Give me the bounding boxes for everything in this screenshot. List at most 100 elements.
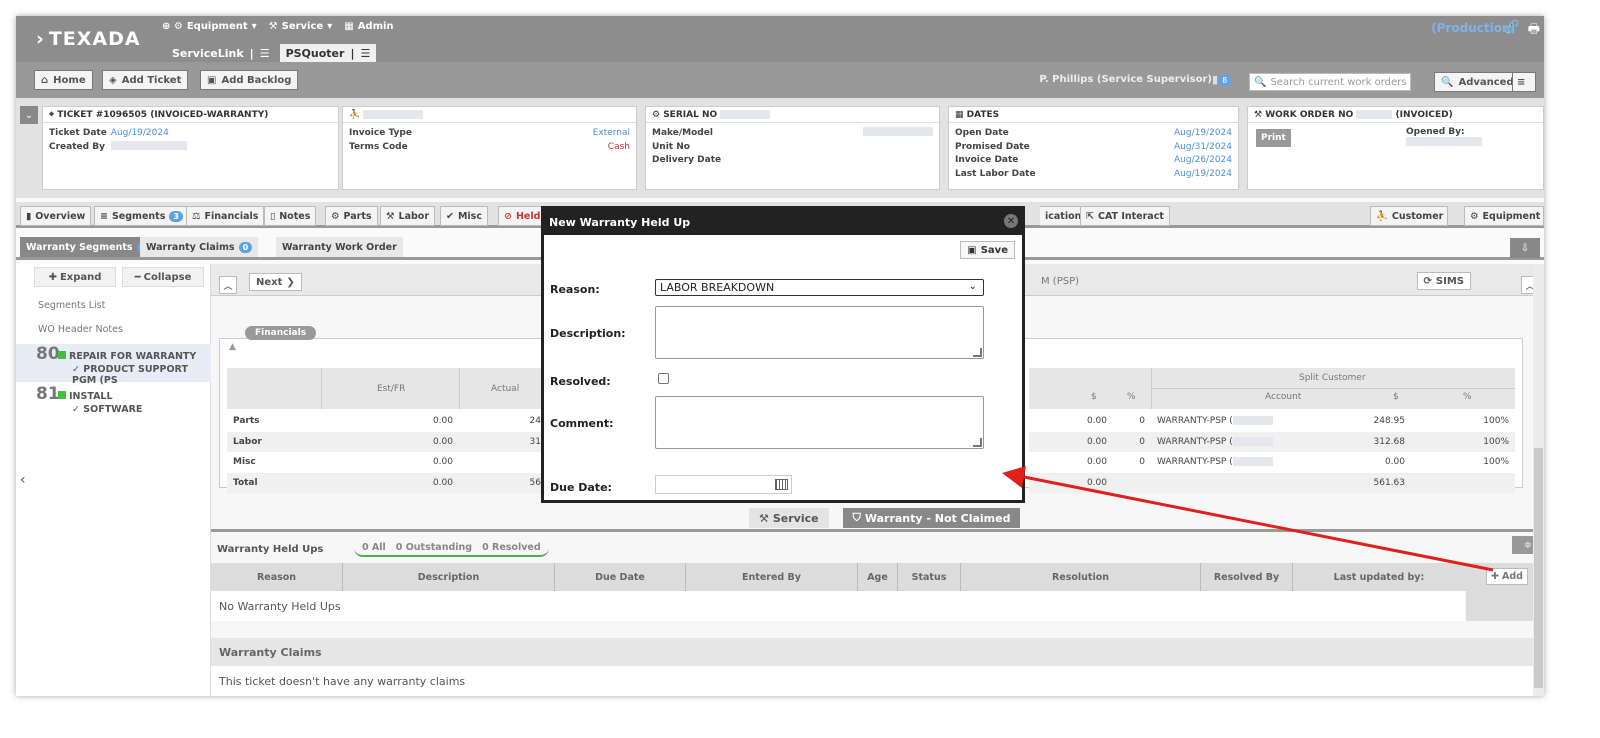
segment-item[interactable]: 81 INSTALL ✓ SOFTWARE [16,384,211,418]
print-icon[interactable]: 🖶 [1528,20,1540,42]
save-icon: ▣ [207,74,217,86]
nav-equipment[interactable]: ⊕ ⚙ Equipment ▾ [162,21,257,32]
collapse-arrow-icon[interactable]: ▲ [229,342,236,352]
menu-icon[interactable]: ☰ [360,47,370,60]
vertical-scrollbar[interactable] [1533,264,1544,696]
action-column [1466,591,1534,621]
add-ticket-button[interactable]: ◈ Add Ticket [102,70,189,90]
ticket-icon: ⌖ [49,110,58,120]
search-icon: 🔍 [1441,76,1454,88]
overview-icon: ▮ [26,210,32,222]
empty-claims-message: This ticket doesn't have any warranty cl… [211,666,1533,696]
resolved-checkbox[interactable] [658,373,669,384]
person-icon: ⛹ [349,110,364,120]
program-label: M (PSP) [1041,276,1080,287]
financials-table-left: Parts0.00248.95 Labor0.00312.68 Misc0.00… [227,411,567,493]
texada-logo[interactable]: › TEXADA [36,28,141,50]
status-indicator [58,351,66,359]
description-field[interactable] [655,306,984,359]
list-icon: ≡ [100,210,108,222]
tab-overview[interactable]: ▮ Overview [20,206,92,226]
app-tabs: ServiceLink | ☰ PSQuoter | ☰ [166,44,377,62]
shield-icon: ⛉ [852,511,861,524]
collapse-header-icon[interactable]: ⌄ [20,106,38,124]
calendar-icon[interactable] [775,479,788,490]
tab-segments[interactable]: ≡ Segments 3 [94,206,189,226]
held-ups-table-header: Reason Description Due Date Entered By A… [211,563,1533,591]
current-user[interactable]: P. Phillips (Service Supervisor) [1039,74,1212,85]
collapse-button[interactable]: ━ Collapse [122,267,204,287]
plus-icon: ✚ [1491,571,1499,582]
comment-label: Comment: [550,417,614,430]
due-date-field[interactable] [655,475,792,494]
filter-resolved[interactable]: 0 Resolved [482,542,541,553]
held-ups-filter: 0 All 0 Outstanding 0 Resolved [354,539,549,557]
new-warranty-held-up-dialog: New Warranty Held Up ✕ ▣ Save Reason: LAB… [541,206,1025,503]
tab-financials[interactable]: ⚖ Financials [186,206,265,226]
tab-labor[interactable]: ⚒ Labor [380,206,436,226]
person-icon: ⛹ [1376,210,1388,222]
due-date-label: Due Date: [550,481,612,494]
check-icon: ✓ [72,364,84,375]
table-row: Total0.00561.63 [227,472,567,493]
reason-select[interactable]: LABOR BREAKDOWN ⌄ [655,279,984,296]
add-backlog-button[interactable]: ▣ Add Backlog [200,70,299,90]
link-icon[interactable]: 🔗 [1504,20,1520,42]
warranty-status-button[interactable]: ⛉ Warranty - Not Claimed [842,508,1021,528]
save-button[interactable]: ▣ Save [960,241,1015,259]
notifications-icon[interactable]: ▮ 8 [1212,73,1232,86]
download-icon[interactable]: ⇩ [1510,238,1540,258]
ticket-info-bar: ⌄ ⌖ TICKET #1096505 (INVOICED-WARRANTY) … [16,98,1544,198]
table-row: Misc0.000.00 [233,457,561,468]
advanced-search-button[interactable]: 🔍 Advanced [1434,72,1521,92]
close-icon[interactable]: ✕ [1004,214,1018,228]
filter-outstanding[interactable]: 0 Outstanding [396,542,472,553]
home-button[interactable]: ⌂ Home [34,70,93,90]
status-strip: ⚒ Service ⛉ Warranty - Not Claimed [749,508,1021,528]
nav-admin[interactable]: ▦ Admin [344,21,393,32]
chevron-left-icon[interactable]: ‹ [20,472,26,488]
financials-pill[interactable]: Financials [245,326,317,340]
service-button[interactable]: ⚒ Service [749,508,829,528]
sims-button[interactable]: ⟳ SIMS [1416,272,1471,290]
menu-icon[interactable]: ☰ [260,47,270,60]
app-tab-psquoter[interactable]: PSQuoter | ☰ [279,44,377,62]
segment-item[interactable]: 80 REPAIR FOR WARRANTY ✓ PRODUCT SUPPORT … [16,344,211,386]
parts-icon: ⚙ [331,210,340,222]
tab-warranty-segments[interactable]: Warranty Segments2 [20,237,157,257]
expand-button[interactable]: ✚ Expand [34,267,116,287]
empty-held-ups-message: No Warranty Held Ups [211,591,1465,621]
options-menu-button[interactable]: ≡ [1512,72,1536,92]
status-indicator [58,391,66,399]
serial-panel: ⚙ SERIAL NO Make/Model Unit No Delivery … [645,106,940,190]
home-icon: ⌂ [41,74,49,86]
search-input[interactable]: 🔍 Search current work orders [1249,73,1411,91]
tab-equipment[interactable]: ⚙ Equipment [1464,206,1544,226]
gear-icon: ⚙ [652,110,664,120]
tab-misc[interactable]: ✔ Misc [440,206,488,226]
add-held-up-button[interactable]: ✚ Add [1486,568,1528,585]
next-button[interactable]: Next ❯ [249,273,302,291]
tab-held[interactable]: ⊘ Held [498,206,547,226]
app-tab-servicelink[interactable]: ServiceLink | ☰ [166,44,276,62]
top-icons: 🔗 🖶 [1504,20,1540,42]
tab-customer[interactable]: ⛹ Customer [1370,206,1448,226]
tab-parts[interactable]: ⚙ Parts [325,206,378,226]
table-row: 0.00 0 WARRANTY-PSP (0.00 100% [1086,457,1509,468]
top-bar: › TEXADA ⊕ ⚙ Equipment ▾ ⚒ Service ▾ ▦ Ad… [16,16,1544,62]
filter-all[interactable]: 0 All [362,542,386,553]
reason-label: Reason: [550,283,600,296]
tab-notes[interactable]: ▯ Notes [264,206,317,226]
segments-list-link[interactable]: Segments List [38,300,105,311]
tab-warranty-work-order[interactable]: Warranty Work Order [276,237,403,257]
comment-field[interactable] [655,396,984,449]
plus-icon: ✚ [48,271,57,283]
print-button[interactable]: Print [1256,129,1291,147]
tab-cat-interact[interactable]: ⇱ CAT Interact [1080,206,1170,226]
tab-warranty-claims[interactable]: Warranty Claims 0 [140,237,259,257]
table-row: 0.00 0 WARRANTY-PSP (248.95 100% [1086,416,1509,427]
chevron-up-icon[interactable]: ︿ [219,276,237,294]
wo-header-notes-link[interactable]: WO Header Notes [38,324,123,335]
save-icon: ▣ [967,244,977,256]
nav-service[interactable]: ⚒ Service ▾ [269,21,333,32]
